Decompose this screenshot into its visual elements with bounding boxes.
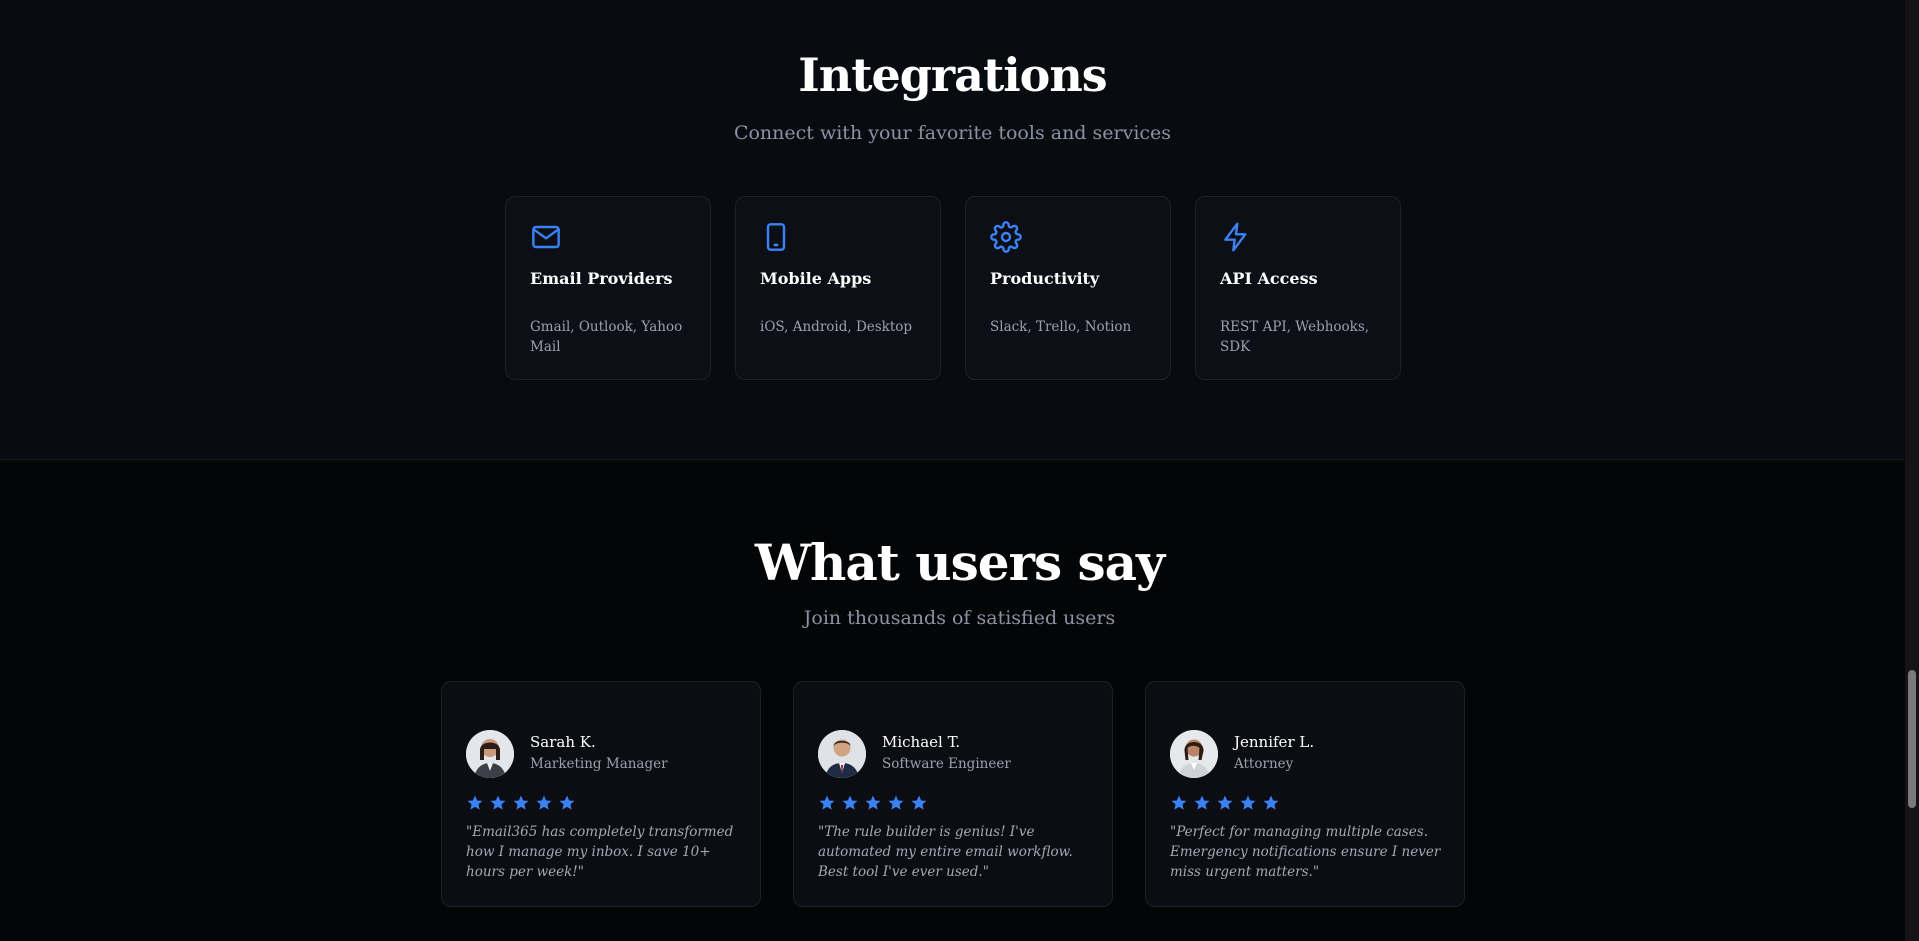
star-icon — [512, 794, 530, 812]
star-icon — [841, 794, 859, 812]
integration-card-description: Gmail, Outlook, Yahoo Mail — [530, 319, 683, 355]
testimonial-name: Sarah K. — [530, 733, 596, 751]
smartphone-icon — [760, 221, 792, 253]
testimonial-quote: "Email365 has completely transformed how… — [466, 824, 734, 880]
integration-card-description: Slack, Trello, Notion — [990, 319, 1132, 335]
page-scrollbar[interactable] — [1905, 0, 1919, 941]
integration-card-description: REST API, Webhooks, SDK — [1220, 319, 1370, 355]
star-icon — [489, 794, 507, 812]
integration-card-email-providers[interactable]: Email Providers Gmail, Outlook, Yahoo Ma… — [505, 196, 711, 380]
integration-card-mobile-apps[interactable]: Mobile Apps iOS, Android, Desktop — [735, 196, 941, 380]
page: Integrations Connect with your favorite … — [0, 0, 1919, 941]
scrollbar-thumb[interactable] — [1908, 670, 1916, 808]
integration-card-description: iOS, Android, Desktop — [760, 319, 913, 335]
testimonial-role: Attorney — [1234, 756, 1294, 772]
testimonial-card: Sarah K. Marketing Manager "Email365 has… — [441, 681, 761, 907]
avatar — [466, 730, 514, 778]
integration-card-title: Mobile Apps — [760, 269, 872, 288]
star-rating — [818, 794, 928, 812]
testimonial-quote: "The rule builder is genius! I've automa… — [818, 824, 1073, 880]
testimonial-role: Software Engineer — [882, 756, 1011, 772]
star-icon — [1170, 794, 1188, 812]
testimonial-card: Michael T. Software Engineer "The rule b… — [793, 681, 1113, 907]
star-icon — [466, 794, 484, 812]
star-icon — [910, 794, 928, 812]
testimonial-name: Michael T. — [882, 733, 961, 751]
avatar — [1170, 730, 1218, 778]
gear-icon — [990, 221, 1022, 253]
testimonial-role: Marketing Manager — [530, 756, 668, 772]
lightning-icon — [1220, 221, 1252, 253]
integration-card-api-access[interactable]: API Access REST API, Webhooks, SDK — [1195, 196, 1401, 380]
star-icon — [864, 794, 882, 812]
integrations-title: Integrations — [798, 48, 1107, 102]
testimonial-name: Jennifer L. — [1234, 733, 1315, 751]
mail-icon — [530, 221, 562, 253]
star-icon — [535, 794, 553, 812]
integration-card-title: API Access — [1220, 269, 1318, 288]
star-icon — [558, 794, 576, 812]
star-icon — [1262, 794, 1280, 812]
integrations-section: Integrations Connect with your favorite … — [0, 0, 1905, 460]
testimonials-title: What users say — [754, 533, 1165, 592]
testimonial-card: Jennifer L. Attorney "Perfect for managi… — [1145, 681, 1465, 907]
star-icon — [1193, 794, 1211, 812]
star-rating — [466, 794, 576, 812]
testimonial-quote: "Perfect for managing multiple cases. Em… — [1170, 824, 1441, 880]
integration-card-title: Productivity — [990, 269, 1100, 288]
avatar — [818, 730, 866, 778]
integrations-subtitle: Connect with your favorite tools and ser… — [733, 122, 1172, 144]
star-icon — [1239, 794, 1257, 812]
star-icon — [887, 794, 905, 812]
testimonials-subtitle: Join thousands of satisfied users — [803, 607, 1116, 629]
star-rating — [1170, 794, 1280, 812]
integration-card-title: Email Providers — [530, 269, 673, 288]
star-icon — [1216, 794, 1234, 812]
integration-card-productivity[interactable]: Productivity Slack, Trello, Notion — [965, 196, 1171, 380]
star-icon — [818, 794, 836, 812]
